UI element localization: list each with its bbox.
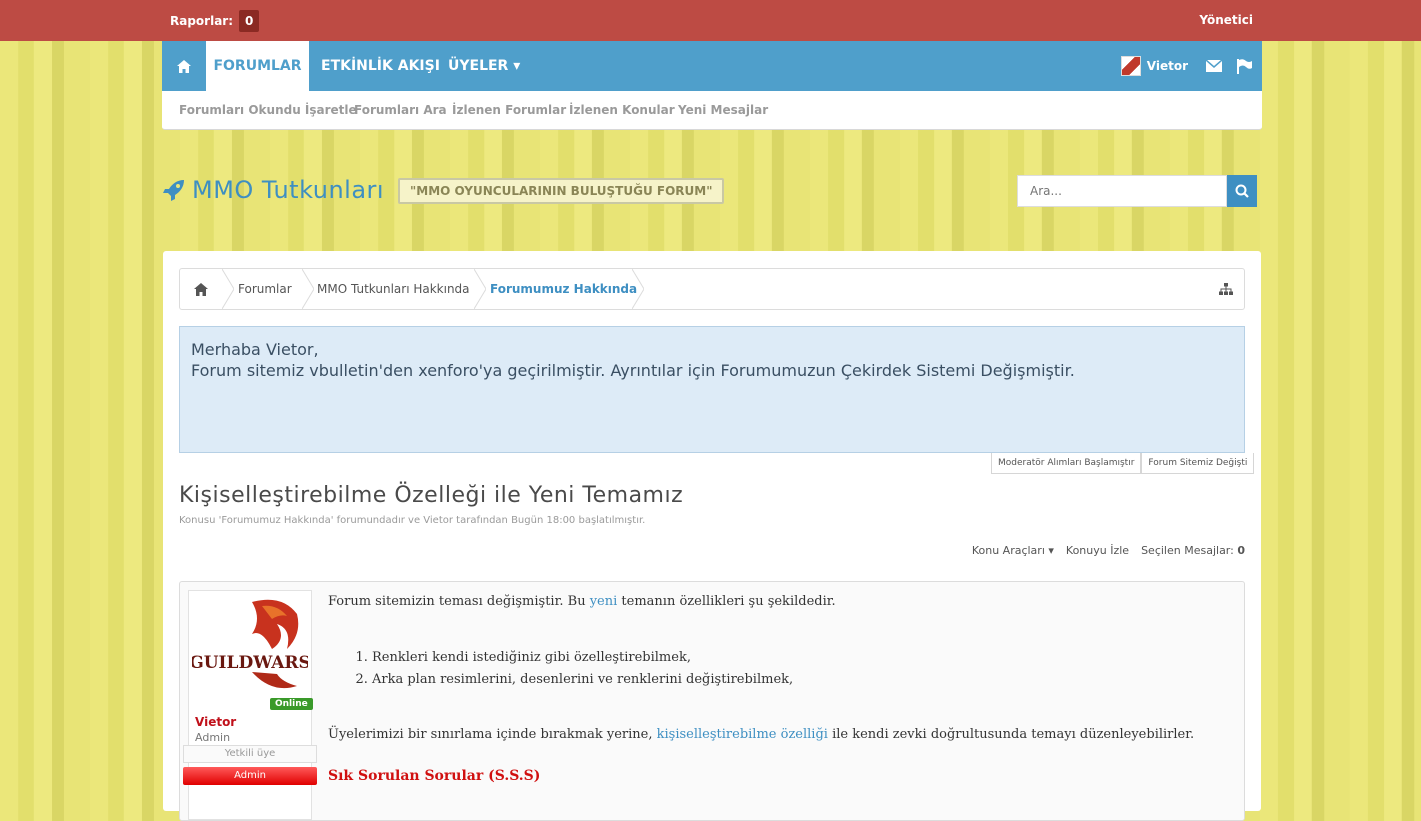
site-logo[interactable]: MMO Tutkunları (162, 176, 384, 204)
post-text: Üyelerimizi bir sınırlama içinde bırakma… (328, 727, 657, 742)
breadcrumb-current-forum[interactable]: Forumumuz Hakkında (490, 269, 637, 309)
post-user-info: GUILDWARS Online Vietor Admin Yetkili üy… (183, 590, 317, 820)
selected-messages-label: Seçilen Mesajlar: (1141, 544, 1234, 557)
watched-forums-link[interactable]: İzlenen Forumlar (452, 103, 566, 117)
home-tab[interactable] (162, 41, 206, 91)
breadcrumb-separator-icon (302, 269, 314, 309)
watched-threads-link[interactable]: İzlenen Konular (569, 103, 675, 117)
faq-heading: Sık Sorulan Sorular (S.S.S) (328, 768, 541, 784)
reports-label: Raporlar: (170, 14, 234, 28)
search-forums-link[interactable]: Forumları Ara (354, 103, 447, 117)
post-text: temanın özellikleri şu şekildedir. (617, 594, 836, 609)
inbox-icon[interactable] (1206, 60, 1222, 72)
new-posts-link[interactable]: Yeni Mesajlar (678, 103, 768, 117)
search-button[interactable] (1227, 175, 1257, 207)
rocket-icon (163, 180, 184, 201)
sitemap-icon[interactable] (1219, 283, 1233, 295)
user-avatar[interactable] (1120, 56, 1141, 76)
breadcrumb-separator-icon (474, 269, 486, 309)
new-theme-link[interactable]: yeni (590, 594, 618, 609)
watch-thread-link[interactable]: Konuyu İzle (1066, 544, 1129, 557)
reports-link[interactable]: Raporlar: 0 (170, 10, 260, 32)
home-icon (177, 59, 191, 73)
search-input[interactable] (1017, 175, 1227, 207)
tab-activity-stream[interactable]: ETKİNLİK AKIŞI (321, 41, 440, 91)
mark-forums-read-link[interactable]: Forumları Okundu İşaretle (179, 103, 357, 117)
post-username[interactable]: Vietor (195, 715, 236, 729)
online-badge: Online (270, 698, 313, 710)
user-name-link[interactable]: Vietor (1147, 59, 1188, 73)
notice-tab-site-changed[interactable]: Forum Sitemiz Değişti (1141, 453, 1255, 474)
user-banner-authorized: Yetkili üye (183, 745, 317, 763)
selected-messages[interactable]: Seçilen Mesajlar: 0 (1141, 544, 1245, 557)
list-item: Renkleri kendi istediğiniz gibi özelleşt… (372, 647, 1228, 669)
post-paragraph-2: Üyelerimizi bir sınırlama içinde bırakma… (328, 727, 1228, 742)
post-user-title: Admin (195, 731, 231, 744)
features-list: Renkleri kendi istediğiniz gibi özelleşt… (328, 647, 1228, 691)
thread-title: Kişiselleştirebilme Özelleği ile Yeni Te… (179, 483, 684, 508)
notice-greeting: Merhaba Vietor, (191, 340, 319, 359)
notice-box: Merhaba Vietor, Forum sitemiz vbulletin'… (179, 326, 1245, 453)
notice-tab-moderator[interactable]: Moderatör Alımları Başlamıştır (991, 453, 1142, 474)
breadcrumb-about-category[interactable]: MMO Tutkunları Hakkında (317, 269, 470, 309)
main-nav: FORUMLAR ETKİNLİK AKIŞI ÜYELER ▾ Vietor (162, 41, 1262, 91)
breadcrumb-forums[interactable]: Forumlar (238, 269, 292, 309)
user-banner-admin: Admin (183, 767, 317, 785)
tab-forums[interactable]: FORUMLAR (206, 41, 309, 91)
admin-link[interactable]: Yönetici (1199, 13, 1253, 27)
user-avatar-large[interactable]: GUILDWARS (189, 594, 311, 702)
sub-nav: Forumları Okundu İşaretle Forumları Ara … (162, 91, 1262, 130)
search-icon (1235, 184, 1249, 198)
notice-tabs: Moderatör Alımları Başlamıştır Forum Sit… (991, 453, 1255, 474)
reports-count-badge: 0 (239, 10, 260, 32)
breadcrumb-separator-icon (222, 269, 234, 309)
breadcrumb-separator-icon (632, 269, 644, 309)
customization-link[interactable]: kişiselleştirebilme özelliği (657, 727, 828, 742)
site-tagline: "MMO OYUNCULARININ BULUŞTUĞU FORUM" (398, 178, 725, 204)
alerts-flag-icon[interactable] (1236, 58, 1252, 74)
thread-tools: Konu Araçları ▾ Konuyu İzle Seçilen Mesa… (972, 544, 1245, 557)
list-item: Arka plan resimlerini, desenlerini ve re… (372, 669, 1228, 691)
svg-text:GUILDWARS: GUILDWARS (192, 653, 308, 673)
home-icon (194, 282, 208, 296)
post: GUILDWARS Online Vietor Admin Yetkili üy… (179, 581, 1245, 821)
breadcrumb: Forumlar MMO Tutkunları Hakkında Forumum… (179, 268, 1245, 310)
post-text: Forum sitemizin teması değişmiştir. Bu (328, 594, 590, 609)
guildwars-avatar-image: GUILDWARS (189, 599, 311, 689)
nav-user-area: Vietor (1120, 41, 1262, 91)
thread-meta: Konusu 'Forumumuz Hakkında' forumundadır… (179, 515, 646, 526)
selected-messages-count: 0 (1237, 544, 1245, 557)
breadcrumb-home[interactable] (180, 269, 222, 309)
thread-tools-menu[interactable]: Konu Araçları ▾ (972, 544, 1054, 557)
main-content: Forumlar MMO Tutkunları Hakkında Forumum… (163, 251, 1261, 821)
tab-members[interactable]: ÜYELER ▾ (448, 41, 520, 91)
post-text: ile kendi zevki doğrultusunda temayı düz… (827, 727, 1195, 742)
notice-text: Forum sitemiz vbulletin'den xenforo'ya g… (191, 361, 1075, 380)
top-bar: Raporlar: 0 Yönetici (0, 0, 1421, 41)
logo-text: MMO Tutkunları (192, 176, 385, 204)
post-paragraph-1: Forum sitemizin teması değişmiştir. Bu y… (328, 594, 1228, 609)
